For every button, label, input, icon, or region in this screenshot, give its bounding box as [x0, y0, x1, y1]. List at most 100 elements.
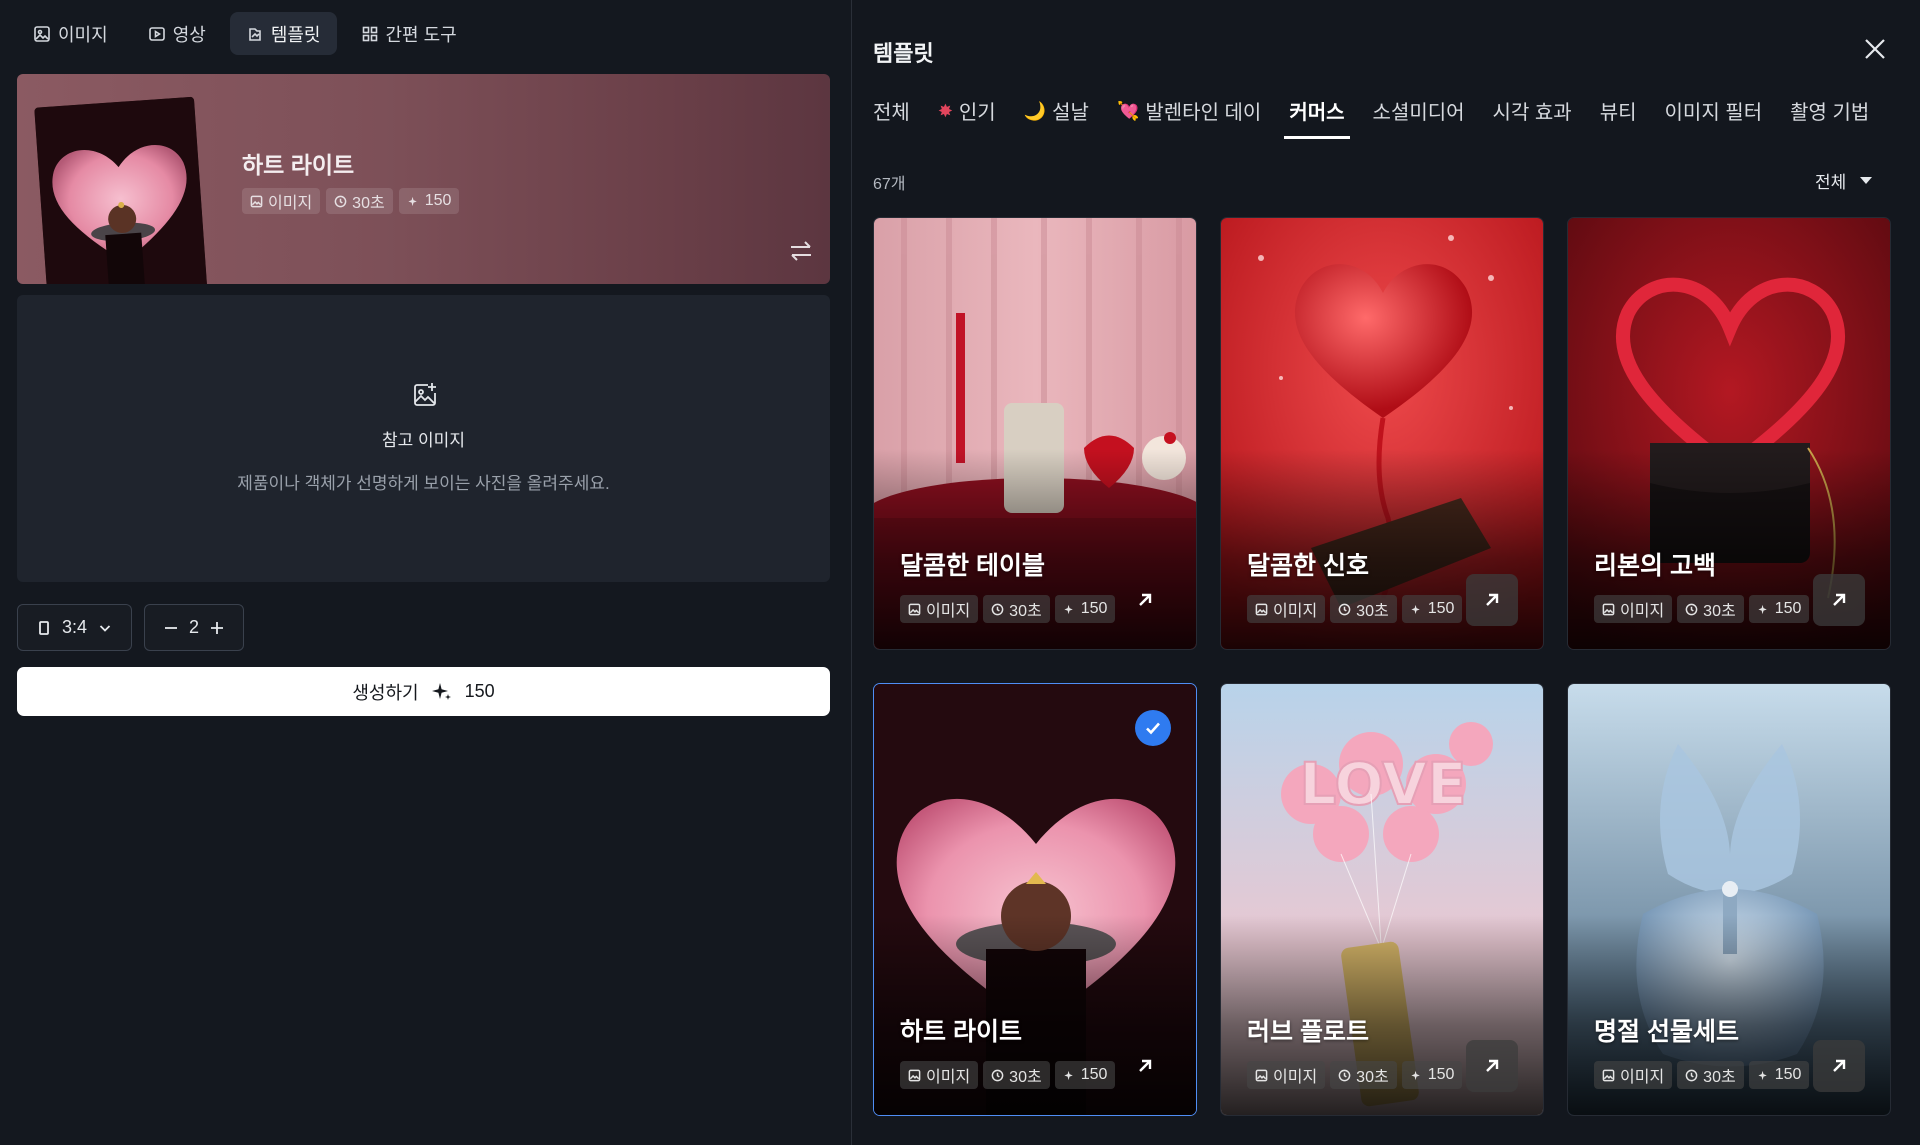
credits-badge: 150: [1748, 1061, 1810, 1089]
template-card-selected[interactable]: 하트 라이트 이미지 30초 150: [873, 683, 1197, 1116]
open-template-button[interactable]: [1466, 1040, 1518, 1092]
template-browser-panel: 템플릿 전체 ✸ 인기 🌙 설날 💘 발렌타인 데이 커머스 소셜미디어 시각 효과 …: [852, 0, 1920, 1145]
type-badge: 이미지: [900, 1061, 979, 1089]
selected-check-icon: [1135, 710, 1171, 746]
tab-visual-effects[interactable]: 시각 효과: [1493, 96, 1572, 139]
panel-title: 템플릿: [873, 41, 934, 66]
tab-popular[interactable]: ✸ 인기: [938, 96, 996, 139]
arrow-up-right-icon: [1139, 1059, 1152, 1072]
template-card[interactable]: 달콤한 테이블 이미지 30초 150: [873, 217, 1197, 650]
credits-badge: 150: [398, 188, 460, 214]
reference-image-dropzone[interactable]: 참고 이미지 제품이나 객체가 선명하게 보이는 사진을 올려주세요.: [17, 295, 830, 582]
template-card[interactable]: 리본의 고백 이미지 30초 150: [1567, 217, 1891, 650]
aspect-ratio-dropdown[interactable]: 3:4: [17, 604, 133, 651]
tab-all[interactable]: 전체: [873, 96, 910, 139]
tab-shooting-technique[interactable]: 촬영 기법: [1790, 96, 1869, 139]
open-template-button[interactable]: [1813, 574, 1865, 626]
sparkle-icon: [1064, 604, 1073, 614]
tab-image-filter-label: 이미지 필터: [1664, 102, 1763, 124]
type-badge: 이미지: [1594, 595, 1673, 623]
card-badges: 이미지 30초 150: [1247, 595, 1463, 623]
video-icon: [148, 26, 165, 41]
tab-image-filter[interactable]: 이미지 필터: [1665, 96, 1763, 139]
type-badge: 이미지: [1594, 1061, 1673, 1089]
credits-badge-label: 150: [1427, 1066, 1455, 1083]
type-badge: 이미지: [900, 595, 979, 623]
minus-icon[interactable]: [163, 620, 179, 636]
sparkle-icon: [1064, 1070, 1073, 1080]
selected-template-banner[interactable]: 하트 라이트 이미지 30초 150: [17, 74, 830, 284]
burst-icon: ✸: [937, 100, 953, 121]
sparkle-icon: [408, 196, 417, 206]
open-template-button[interactable]: [1813, 1040, 1865, 1092]
open-template-button[interactable]: [1119, 574, 1171, 626]
type-badge: 이미지: [242, 188, 321, 214]
tab-valentines-day-label: 발렌타인 데이: [1145, 102, 1262, 124]
tab-video[interactable]: 영상: [132, 12, 222, 55]
tab-beauty[interactable]: 뷰티: [1600, 96, 1637, 139]
card-title: 러브 플로트: [1247, 1018, 1369, 1046]
credits-badge: 150: [1054, 1061, 1116, 1089]
tab-beauty-label: 뷰티: [1599, 102, 1637, 124]
tab-lunar-new-year[interactable]: 🌙 설날: [1024, 96, 1089, 139]
type-badge-label: 이미지: [1273, 1069, 1318, 1086]
card-title: 리본의 고백: [1594, 552, 1716, 580]
tab-social-media[interactable]: 소셜미디어: [1373, 96, 1465, 139]
template-card[interactable]: 달콤한 신호 이미지 30초 150: [1220, 217, 1544, 650]
image-icon: [1602, 1069, 1615, 1081]
card-badges: 이미지 30초 150: [1594, 1061, 1810, 1089]
selected-template-title: 하트 라이트: [242, 152, 355, 178]
credits-badge-label: 150: [1080, 600, 1108, 617]
editor-panel: 이미지 영상 템플릿 간편 도구 하트 라이트 이미지 30초 150 참고 이…: [0, 0, 851, 1145]
tab-image-label: 이미지: [58, 24, 108, 45]
template-card[interactable]: LOVE 러브 플로트 이미지 30초 150: [1220, 683, 1544, 1116]
tab-template-label: 템플릿: [270, 24, 321, 45]
clock-icon: [1338, 1069, 1351, 1081]
quantity-stepper: 2: [144, 604, 245, 651]
duration-badge: 30초: [1677, 1061, 1744, 1089]
duration-badge-label: 30초: [1009, 603, 1042, 620]
sort-dropdown[interactable]: 전체: [1815, 168, 1873, 193]
sparkle-icon: [1411, 604, 1420, 614]
open-template-button[interactable]: [1466, 574, 1518, 626]
sort-value: 전체: [1815, 173, 1847, 192]
heart-arrow-icon: 💘: [1116, 100, 1140, 121]
tab-template[interactable]: 템플릿: [229, 12, 337, 55]
tab-all-label: 전체: [873, 102, 910, 124]
image-icon: [34, 25, 50, 42]
chevron-down-icon: [99, 624, 111, 632]
type-badge-label: 이미지: [268, 195, 313, 212]
plus-icon[interactable]: [209, 620, 225, 636]
tab-valentines-day[interactable]: 💘 발렌타인 데이: [1117, 96, 1261, 139]
type-badge-label: 이미지: [926, 603, 971, 620]
credits-badge: 150: [1054, 595, 1116, 623]
credits-badge-label: 150: [1427, 600, 1455, 617]
type-badge-label: 이미지: [926, 1069, 971, 1086]
generate-button[interactable]: 생성하기 150: [17, 667, 830, 716]
clock-icon: [1685, 603, 1698, 615]
close-button[interactable]: [1862, 36, 1888, 62]
type-badge-label: 이미지: [1620, 1069, 1665, 1086]
duration-badge-label: 30초: [1009, 1069, 1042, 1086]
template-card[interactable]: 명절 선물세트 이미지 30초 150: [1567, 683, 1891, 1116]
tab-image[interactable]: 이미지: [17, 12, 124, 55]
clock-icon: [1338, 603, 1351, 615]
arrow-up-right-icon: [1833, 1059, 1846, 1072]
swap-template-button[interactable]: [787, 237, 819, 269]
image-icon: [1602, 603, 1615, 615]
sparkle-icon: [1758, 1070, 1767, 1080]
tab-commerce-label: 커머스: [1289, 102, 1345, 124]
reference-image-title: 참고 이미지: [382, 431, 465, 450]
image-icon: [908, 603, 921, 615]
grid-icon: [362, 26, 377, 41]
open-template-button[interactable]: [1119, 1040, 1171, 1092]
arrow-up-right-icon: [1833, 593, 1846, 606]
arrow-up-right-icon: [1139, 593, 1152, 606]
tab-visual-effects-label: 시각 효과: [1492, 102, 1572, 124]
tab-quick-tools[interactable]: 간편 도구: [345, 12, 473, 55]
tab-commerce[interactable]: 커머스: [1284, 96, 1350, 139]
tab-lunar-new-year-label: 설날: [1052, 102, 1089, 124]
generation-controls: 3:4 2: [17, 604, 245, 651]
caret-down-icon: [1860, 177, 1873, 184]
tab-quick-tools-label: 간편 도구: [385, 24, 457, 45]
